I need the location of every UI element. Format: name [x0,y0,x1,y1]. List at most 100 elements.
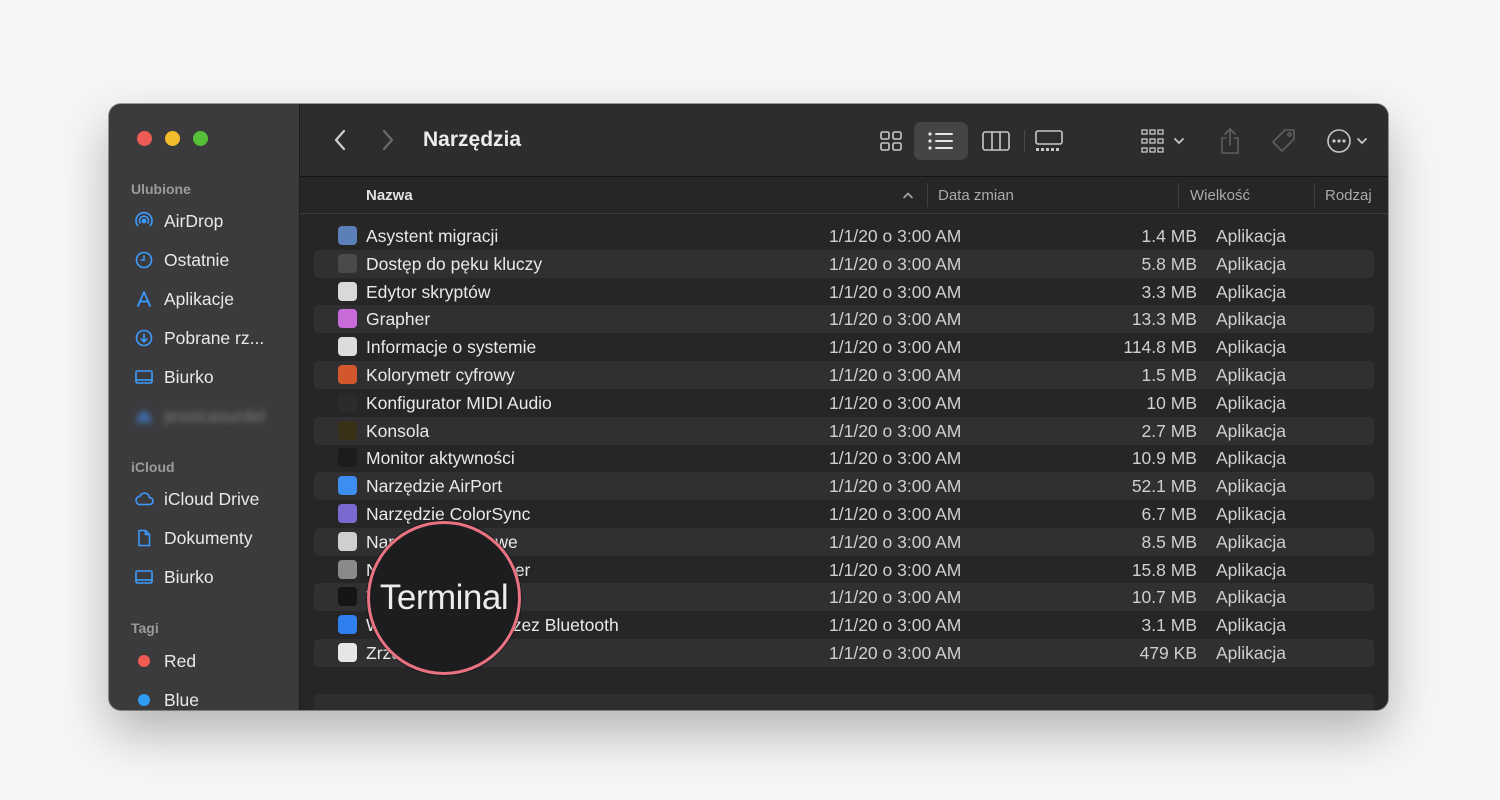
keychain-icon [338,253,357,273]
file-date: 1/1/20 o 3:00 AM [829,309,962,330]
sidebar-item-label: Blue [164,689,200,710]
gallery-view-icon [1035,130,1063,151]
script-editor-icon [338,281,357,301]
file-date: 1/1/20 o 3:00 AM [829,448,962,469]
sidebar: Ulubione AirDrop Ostatnie Aplikacje Pobr… [109,104,300,710]
home-icon [133,405,155,427]
window-title: Narzędzia [423,128,522,151]
table-row[interactable]: Konsola 1/1/20 o 3:00 AM 2.7 MB Aplikacja [314,416,1374,445]
table-row[interactable]: Narzędzie ColorSync 1/1/20 o 3:00 AM 6.7 M… [314,500,1374,528]
file-kind: Aplikacja [1216,504,1287,524]
file-kind: Aplikacja [1216,392,1287,413]
sidebar-item-airdrop[interactable]: AirDrop [133,208,293,234]
system-info-icon [338,337,357,357]
file-kind: Aplikacja [1216,365,1287,385]
table-row[interactable]: Konfigurator MIDI Audio 1/1/20 o 3:00 AM 1… [314,389,1374,417]
sidebar-section-tags: Tagi [131,620,159,636]
sidebar-item-recents[interactable]: Ostatnie [133,247,293,273]
sidebar-item-icloud-drive[interactable]: iCloud Drive [133,486,293,512]
file-name: Kolorymetr cyfrowy [366,365,515,385]
ellipsis-circle-icon [1327,129,1351,153]
file-name: Narzędzie AirPort [366,476,503,497]
file-kind: Aplikacja [1216,476,1287,497]
colorsync-icon [338,504,357,523]
file-size: 2.7 MB [1141,420,1197,441]
back-button[interactable] [326,126,354,154]
magnified-label: Terminal [379,578,509,617]
view-gallery-button[interactable] [1026,122,1072,160]
clock-icon [133,249,155,271]
file-kind: Aplikacja [1216,253,1287,274]
sidebar-item-label: Red [164,650,197,671]
applications-icon [133,288,155,310]
view-icons-button[interactable] [868,122,914,160]
table-row[interactable]: Narzędzie AirPort 1/1/20 o 3:00 AM 52.1 MB… [314,472,1374,501]
file-size: 479 KB [1139,643,1197,663]
zoom-window-button[interactable] [193,131,208,146]
table-row[interactable]: Kolorymetr cyfrowy 1/1/20 o 3:00 AM 1.5 MB… [314,361,1374,389]
close-window-button[interactable] [137,131,152,146]
column-header: Nazwa Data zmian Wielkość Rodzaj [300,177,1388,214]
file-kind: Aplikacja [1216,643,1287,663]
sidebar-item-applications[interactable]: Aplikacje [133,286,293,312]
group-by-button[interactable] [1136,124,1190,158]
desktop-icon [133,366,155,388]
file-date: 1/1/20 o 3:00 AM [829,392,962,413]
sidebar-item-home[interactable]: jessicasurdel [133,403,293,429]
sidebar-item-tag-blue[interactable]: Blue [133,687,293,710]
file-size: 10.7 MB [1131,587,1197,608]
file-size: 1.4 MB [1141,226,1197,246]
file-name: Konsola [366,420,430,441]
table-row[interactable]: Monitor aktywności 1/1/20 o 3:00 AM 10.9 M… [314,444,1374,472]
file-name: Konfigurator MIDI Audio [366,392,552,413]
chevron-down-icon [1357,138,1367,145]
tag-dot-icon [133,650,155,672]
table-row[interactable]: Informacje o systemie 1/1/20 o 3:00 AM 114… [314,333,1374,361]
view-columns-button[interactable] [973,122,1019,160]
file-date: 1/1/20 o 3:00 AM [829,253,962,274]
sidebar-item-label: Pobrane rz... [164,327,265,348]
column-header-size[interactable]: Wielkość [1190,177,1250,213]
sidebar-item-label: Dokumenty [164,527,253,548]
file-name: Monitor aktywności [366,448,515,469]
screenshot-icon [338,643,357,662]
minimize-window-button[interactable] [165,131,180,146]
column-header-name[interactable]: Nazwa [366,177,413,213]
view-list-button[interactable] [914,122,968,160]
tag-button[interactable] [1266,122,1302,160]
airdrop-icon [133,210,155,232]
file-size: 10 MB [1146,392,1197,413]
sort-ascending-icon[interactable] [900,188,916,202]
file-size: 6.7 MB [1141,504,1197,524]
sidebar-item-downloads[interactable]: Pobrane rz... [133,325,293,351]
activity-monitor-icon [338,448,357,468]
list-view-icon [928,132,953,150]
document-icon [133,527,155,549]
file-date: 1/1/20 o 3:00 AM [829,476,962,497]
file-size: 8.5 MB [1141,531,1197,552]
file-kind: Aplikacja [1216,309,1287,330]
file-size: 1.5 MB [1141,365,1197,385]
sidebar-item-desktop[interactable]: Biurko [133,364,293,390]
sidebar-item-tag-red[interactable]: Red [133,648,293,674]
more-actions-button[interactable] [1322,124,1372,158]
table-row[interactable]: Asystent migracji 1/1/20 o 3:00 AM 1.4 MB A… [314,222,1374,250]
share-button[interactable] [1214,122,1246,160]
forward-button[interactable] [374,126,402,154]
sidebar-section-favorites: Ulubione [131,181,191,197]
file-name: Edytor skryptów [366,281,491,302]
sidebar-item-icloud-desktop[interactable]: Biurko [133,564,293,590]
magnifier-callout: Terminal [367,521,521,675]
desktop-icon [133,566,155,588]
group-icon [1141,129,1164,153]
table-row[interactable]: Grapher 1/1/20 o 3:00 AM 13.3 MB Aplikacja [314,305,1374,334]
tag-dot-icon [133,689,155,710]
sidebar-item-label: iCloud Drive [164,488,260,509]
file-size: 5.8 MB [1141,253,1197,274]
sidebar-item-label: AirDrop [164,210,224,231]
column-header-kind[interactable]: Rodzaj [1325,177,1372,213]
table-row[interactable]: Edytor skryptów 1/1/20 o 3:00 AM 3.3 MB Apl… [314,278,1374,306]
sidebar-item-documents[interactable]: Dokumenty [133,525,293,551]
table-row[interactable]: Dostęp do pęku kluczy 1/1/20 o 3:00 AM 5.8… [314,249,1374,278]
column-header-date[interactable]: Data zmian [938,177,1014,213]
